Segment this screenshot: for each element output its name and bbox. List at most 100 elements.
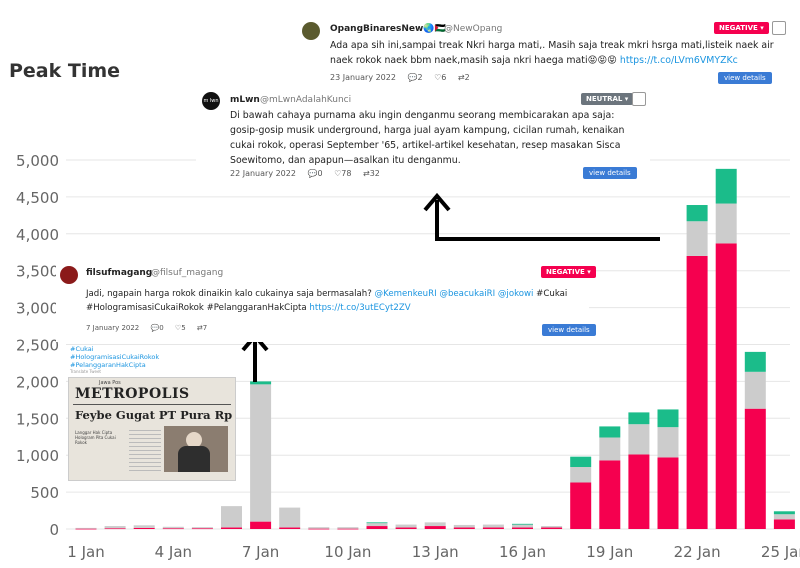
tweet-card-filsufmagang: filsufmagang @filsuf_magang NEGATIVE ▾ J… (56, 262, 596, 342)
tweet-meta: 23 January 2022 💬2 ♡6 ⇄2 (330, 73, 479, 82)
bar-segment-0[interactable] (395, 527, 417, 529)
bar-segment-1[interactable] (337, 527, 359, 529)
paper-rule (73, 404, 231, 405)
bar-segment-1[interactable] (453, 524, 475, 528)
like-icon: ♡5 (174, 324, 186, 332)
bar-segment-1[interactable] (773, 514, 795, 520)
tweet-handle: @mLwnAdalahKunci (260, 95, 352, 105)
bar-segment-2[interactable] (599, 426, 621, 438)
bar-segment-2[interactable] (773, 511, 795, 515)
bar-segment-0[interactable] (191, 528, 213, 530)
bar-segment-1[interactable] (570, 467, 592, 483)
retweet-count: 7 (202, 324, 208, 332)
bar-segment-2[interactable] (715, 168, 737, 204)
hashtag[interactable]: #Cukai (70, 345, 159, 353)
bar-segment-1[interactable] (279, 507, 301, 528)
bar-segment-1[interactable] (395, 524, 417, 528)
view-details-button[interactable]: view details (583, 167, 637, 179)
bar-segment-2[interactable] (512, 523, 533, 525)
bar-segment-2[interactable] (686, 205, 708, 222)
bar-segment-1[interactable] (308, 527, 330, 529)
tweet-link[interactable]: https://t.co/LVm6VMYZKc (620, 55, 738, 66)
paper-photo (164, 426, 228, 472)
avatar: m lwn (202, 92, 220, 110)
bar-segment-0[interactable] (773, 519, 795, 529)
bar-segment-1[interactable] (250, 384, 272, 522)
bar-segment-1[interactable] (75, 527, 97, 529)
reply-icon: 💬2 (407, 73, 423, 82)
tweet-user: filsufmagang (86, 268, 153, 278)
sentiment-dropdown[interactable]: NEGATIVE ▾ (714, 22, 769, 34)
bar-segment-2[interactable] (744, 351, 766, 372)
page-title: Peak Time (9, 60, 121, 82)
bar-segment-0[interactable] (366, 526, 388, 529)
bar-segment-0[interactable] (250, 521, 272, 529)
bar-segment-1[interactable] (715, 203, 737, 244)
hashtag[interactable]: #HologramisasiCukaiRokok (70, 353, 159, 361)
x-tick-label: 13 Jan (412, 543, 459, 561)
sentiment-dropdown[interactable]: NEGATIVE ▾ (541, 266, 596, 278)
bar-segment-1[interactable] (482, 524, 504, 528)
bar-segment-0[interactable] (279, 527, 301, 529)
bar-segment-0[interactable] (162, 528, 184, 530)
view-details-button[interactable]: view details (542, 324, 596, 336)
bar-segment-1[interactable] (366, 523, 388, 527)
bar-segment-0[interactable] (133, 527, 155, 529)
bar-segment-0[interactable] (104, 528, 126, 530)
bar-segment-0[interactable] (599, 460, 621, 529)
bar-segment-1[interactable] (191, 527, 213, 529)
bar-segment-1[interactable] (599, 437, 621, 461)
bar-segment-1[interactable] (657, 427, 679, 458)
reply-icon: 💬0 (307, 169, 323, 178)
y-tick-label: 1,000 (16, 447, 59, 465)
tweet-mentions[interactable]: @KemenkeuRI @beacukaiRI @jokowi (375, 289, 534, 299)
bar-segment-0[interactable] (512, 527, 533, 529)
x-tick-label: 22 Jan (674, 543, 721, 561)
bar-segment-1[interactable] (686, 221, 708, 256)
bar-segment-0[interactable] (570, 482, 592, 529)
hashtag[interactable]: #PelanggaranHakCipta (70, 361, 159, 369)
bar-segment-2[interactable] (570, 456, 592, 468)
view-details-button[interactable]: view details (718, 72, 772, 84)
avatar (302, 22, 320, 40)
tweet-link[interactable]: https://t.co/3utECyt2ZV (309, 303, 410, 313)
bar-segment-0[interactable] (744, 408, 766, 529)
bar-segment-1[interactable] (541, 526, 563, 528)
retweet-icon: ⇄7 (196, 324, 208, 332)
bar-segment-1[interactable] (104, 526, 126, 529)
bar-segment-0[interactable] (75, 528, 97, 530)
select-checkbox[interactable] (772, 21, 786, 35)
y-tick-label: 2,500 (16, 337, 59, 355)
bar-segment-0[interactable] (308, 528, 330, 530)
bar-segment-0[interactable] (453, 527, 475, 529)
bar-segment-2[interactable] (628, 412, 650, 425)
tweet-date: 22 January 2022 (230, 169, 296, 178)
bar-segment-1[interactable] (512, 524, 533, 528)
bar-segment-1[interactable] (628, 424, 650, 455)
bar-segment-0[interactable] (686, 255, 708, 529)
bar-segment-1[interactable] (162, 526, 184, 529)
bar-segment-1[interactable] (744, 371, 766, 409)
sentiment-dropdown[interactable]: NEUTRAL ▾ (581, 93, 634, 105)
tweet-meta: 22 January 2022 💬0 ♡78 ⇄32 (230, 169, 389, 178)
bar-segment-1[interactable] (133, 525, 155, 528)
translate-link[interactable]: Translate Tweet (70, 369, 159, 375)
bar-segment-0[interactable] (657, 457, 679, 529)
tweet-meta: 7 January 2022 💬0 ♡5 ⇄7 (86, 324, 216, 332)
bar-segment-1[interactable] (221, 506, 242, 528)
paper-headline: Feybe Gugat PT Pura Rp 370 M (75, 408, 235, 422)
bar-segment-0[interactable] (424, 526, 446, 529)
bar-segment-0[interactable] (482, 527, 504, 529)
tweet-text: Ada apa sih ini,sampai treak Nkri harga … (330, 40, 774, 66)
select-checkbox[interactable] (632, 92, 646, 106)
bar-segment-0[interactable] (715, 243, 737, 530)
attached-newspaper-image[interactable]: Jawa Pos METROPOLIS Feybe Gugat PT Pura … (68, 377, 236, 481)
bar-segment-1[interactable] (424, 522, 446, 527)
bar-segment-2[interactable] (366, 522, 388, 524)
bar-segment-0[interactable] (541, 527, 563, 529)
bar-segment-0[interactable] (337, 528, 359, 530)
bar-segment-0[interactable] (221, 527, 242, 529)
tweet-card-opang: OpangBinaresNew🌏🇵🇸 @NewOpang NEGATIVE ▾ … (294, 16, 790, 86)
bar-segment-0[interactable] (628, 454, 650, 529)
bar-segment-2[interactable] (657, 409, 679, 428)
